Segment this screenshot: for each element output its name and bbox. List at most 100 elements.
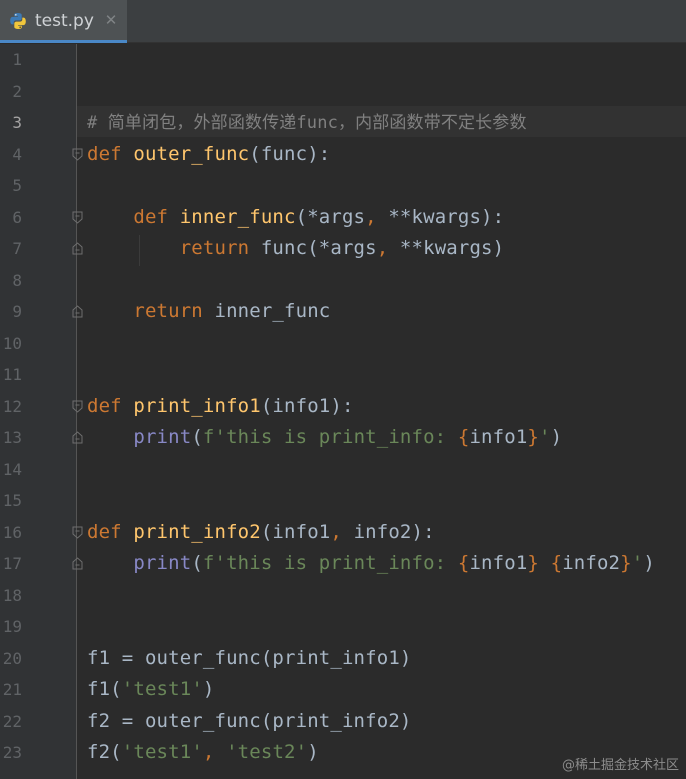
code-token: , <box>330 520 354 543</box>
line-number: 12 <box>2 396 22 416</box>
code-token: ' <box>539 426 551 448</box>
fold-close-icon[interactable] <box>72 431 83 444</box>
ide-window: test.py ✕ 1 2 3 # 简单闭包，外部函数传递func，内部函数带不定长参… <box>0 0 686 779</box>
code-token: (*args <box>295 205 366 228</box>
line-number: 20 <box>2 648 22 668</box>
code-line[interactable]: f1 = outer_func(print_info1) <box>87 643 412 674</box>
indent-guide <box>139 235 140 266</box>
code-editor[interactable]: 1 2 3 # 简单闭包，外部函数传递func，内部函数带不定长参数 4 def oute… <box>0 44 686 779</box>
code-token: { <box>550 552 563 574</box>
fold-open-icon[interactable] <box>72 526 83 539</box>
line-number: 5 <box>12 176 22 195</box>
code-token: inner_func <box>179 205 296 228</box>
code-token: ) <box>202 678 215 700</box>
code-token: print <box>133 426 192 448</box>
code-token: info2 <box>562 552 621 574</box>
line-number: 17 <box>2 554 22 573</box>
code-token: ' <box>631 552 644 574</box>
line-number: 2 <box>12 81 22 101</box>
code-token: (info1 <box>260 520 331 543</box>
fold-open-icon[interactable] <box>72 211 83 224</box>
code-token: 'test2' <box>226 741 308 763</box>
code-token: def <box>87 520 134 543</box>
line-number: 23 <box>2 743 22 762</box>
line-number: 7 <box>12 239 22 258</box>
line-number: 19 <box>2 617 22 636</box>
code-token: def <box>87 394 134 417</box>
fold-open-icon[interactable] <box>72 148 83 161</box>
fold-close-icon[interactable] <box>72 305 83 318</box>
code-token: print <box>133 552 192 574</box>
python-file-icon <box>9 12 27 30</box>
code-line[interactable]: return inner_func <box>87 296 330 327</box>
code-token: print_info1 <box>133 394 261 417</box>
code-token: info2): <box>353 520 435 543</box>
code-line[interactable]: f1('test1') <box>87 674 215 705</box>
code-token: 'test1' <box>121 741 203 763</box>
line-number: 13 <box>2 428 22 447</box>
code-token: f2 = outer_func(print_info2) <box>87 709 412 732</box>
line-number: 14 <box>2 459 22 479</box>
code-token: ) <box>550 426 563 448</box>
code-line[interactable]: def outer_func(func): <box>87 139 330 170</box>
code-token: (info1): <box>260 394 354 417</box>
line-number: 1 <box>12 50 22 69</box>
code-token: print_info2 <box>133 520 261 543</box>
line-number: 3 <box>12 113 22 132</box>
code-token: f'this is print_info: <box>202 426 458 448</box>
tab-test-py[interactable]: test.py ✕ <box>0 0 127 43</box>
code-token: ( <box>191 552 203 574</box>
code-token: info1 <box>469 426 528 448</box>
code-token: outer_func <box>133 142 250 165</box>
code-token: } <box>620 552 632 574</box>
code-token: inner_func <box>214 300 331 322</box>
code-token: ) <box>643 552 655 574</box>
fold-open-icon[interactable] <box>72 400 83 413</box>
line-number: 22 <box>2 711 22 731</box>
code-token: { <box>457 552 470 574</box>
code-line[interactable]: print(f'this is print_info: {info1}') <box>87 422 562 453</box>
code-line[interactable]: def print_info1(info1): <box>87 391 354 422</box>
code-token: func(*args <box>260 237 377 259</box>
code-token: 'test1' <box>121 678 203 700</box>
code-token: { <box>457 426 470 448</box>
code-token: def <box>87 142 134 165</box>
code-token: ( <box>191 426 203 448</box>
line-number: 6 <box>12 207 22 227</box>
code-token: } <box>527 552 540 574</box>
code-token: , <box>365 205 389 228</box>
code-line[interactable]: return func(*args, **kwargs) <box>87 233 504 264</box>
code-line[interactable]: # 简单闭包，外部函数传递func，内部函数带不定长参数 <box>87 107 527 138</box>
editor-tab-bar: test.py ✕ <box>0 0 686 43</box>
code-token: # 简单闭包，外部函数传递func，内部函数带不定长参数 <box>87 113 527 133</box>
code-line[interactable]: f2 = outer_func(print_info2) <box>87 706 412 737</box>
code-token: , <box>202 741 227 763</box>
watermark: @稀土掘金技术社区 <box>561 758 679 773</box>
line-number: 18 <box>2 585 22 605</box>
code-token: f2( <box>87 741 122 763</box>
code-token: f1( <box>87 678 122 700</box>
line-number: 21 <box>2 680 22 699</box>
fold-close-icon[interactable] <box>72 242 83 255</box>
line-number: 4 <box>12 144 22 164</box>
code-token: def <box>133 205 180 228</box>
fold-close-icon[interactable] <box>72 557 83 570</box>
code-line[interactable]: def print_info2(info1, info2): <box>87 517 435 548</box>
tab-file-name: test.py <box>35 11 94 31</box>
code-token: , <box>376 237 400 259</box>
code-token: return <box>133 300 215 322</box>
line-number: 15 <box>2 491 22 510</box>
code-line[interactable]: print(f'this is print_info: {info1} {inf… <box>87 548 655 579</box>
close-icon[interactable]: ✕ <box>103 12 119 28</box>
code-line[interactable]: f2('test1', 'test2') <box>87 737 319 768</box>
code-token: ) <box>307 741 319 763</box>
code-token: f1 = outer_func(print_info1) <box>87 646 412 669</box>
code-line[interactable]: def inner_func(*args, **kwargs): <box>87 202 504 233</box>
code-token: } <box>527 426 540 448</box>
code-token: **kwargs) <box>399 237 505 259</box>
